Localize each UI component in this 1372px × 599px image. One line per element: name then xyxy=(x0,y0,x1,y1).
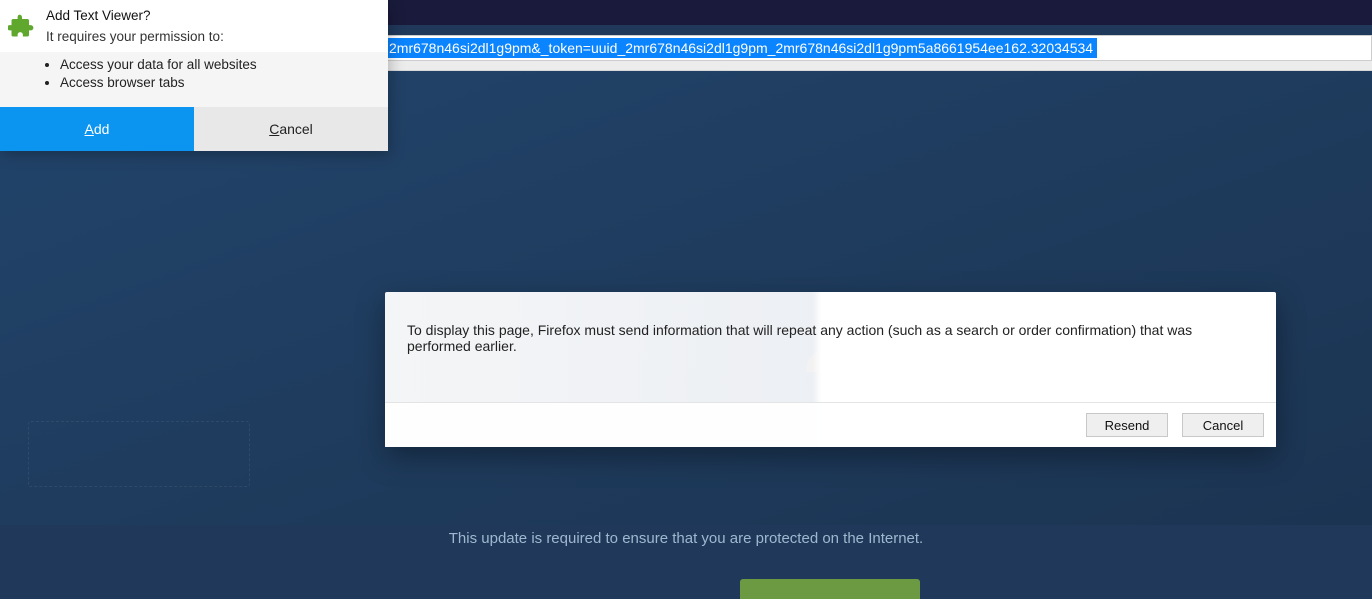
extension-add-button[interactable]: Add xyxy=(0,107,194,151)
resend-dialog: To display this page, Firefox must send … xyxy=(385,292,1276,447)
page-subtext: This update is required to ensure that y… xyxy=(0,530,1372,547)
toolbar-shelf xyxy=(386,61,1372,71)
resend-cancel-button[interactable]: Cancel xyxy=(1182,413,1264,437)
extension-permissions-list: Access your data for all websites Access… xyxy=(0,52,388,106)
url-selected-text: 2mr678n46si2dl1g9pm&_token=uuid_2mr678n4… xyxy=(385,38,1097,58)
puzzle-piece-icon xyxy=(8,12,36,40)
extension-prompt-subtitle: It requires your permission to: xyxy=(46,29,224,44)
page-decor-box xyxy=(28,421,250,487)
extension-cancel-button[interactable]: Cancel xyxy=(194,107,388,151)
permission-item: Access browser tabs xyxy=(60,74,374,92)
resend-message: To display this page, Firefox must send … xyxy=(385,292,1276,402)
extension-install-prompt: Add Text Viewer? It requires your permis… xyxy=(0,0,388,151)
extension-prompt-title: Add Text Viewer? xyxy=(46,6,224,26)
resend-button[interactable]: Resend xyxy=(1086,413,1168,437)
permission-item: Access your data for all websites xyxy=(60,56,374,74)
page-cta-button[interactable] xyxy=(740,579,920,599)
resend-dialog-footer: Resend Cancel xyxy=(385,402,1276,447)
